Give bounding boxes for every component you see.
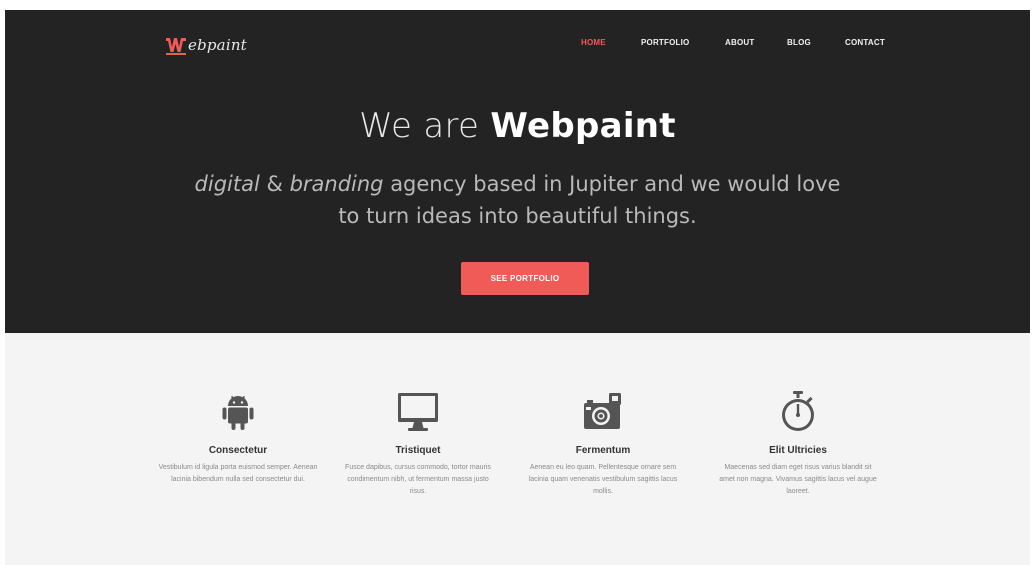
feature-text: Maecenas sed diam eget risus varius blan… xyxy=(719,464,877,495)
hero-subtitle-em-digital: digital xyxy=(194,172,260,196)
feature-card-elit-ultricies: Elit Ultricies Maecenas sed diam eget ri… xyxy=(718,388,878,498)
monitor-icon xyxy=(338,388,498,436)
hero-section: ebpaint HOME PORTFOLIO ABOUT BLOG CONTAC… xyxy=(5,10,1030,333)
nav-item-portfolio[interactable]: PORTFOLIO xyxy=(641,38,689,47)
nav-item-home[interactable]: HOME xyxy=(581,38,606,47)
main-nav: HOME PORTFOLIO ABOUT BLOG CONTACT xyxy=(5,38,1030,52)
feature-title: Fermentum xyxy=(575,445,631,456)
hero-subtitle-line-2: to turn ideas into beautiful things. xyxy=(338,204,697,228)
feature-title: Tristiquet xyxy=(395,445,441,456)
camera-icon xyxy=(523,388,683,436)
android-icon xyxy=(158,388,318,436)
features-section: Consectetur Vestibulum id ligula porta e… xyxy=(5,333,1030,565)
feature-card-tristiquet: Tristiquet Fusce dapibus, cursus commodo… xyxy=(338,388,498,498)
page-frame: ebpaint HOME PORTFOLIO ABOUT BLOG CONTAC… xyxy=(5,10,1030,565)
see-portfolio-button[interactable]: SEE PORTFOLIO xyxy=(461,262,589,295)
hero-subtitle-em-branding: branding xyxy=(289,172,384,196)
hero-title: We are Webpaint xyxy=(5,106,1030,146)
feature-text: Aenean eu leo quam. Pellentesque ornare … xyxy=(528,464,678,495)
hero-subtitle-amp: & xyxy=(259,172,290,196)
feature-title: Consectetur xyxy=(208,445,268,456)
feature-title: Elit Ultricies xyxy=(769,445,827,456)
stopwatch-icon xyxy=(718,388,878,436)
hero-subtitle-rest-1: agency based in Jupiter and we would lov… xyxy=(383,172,841,196)
feature-text: Fusce dapibus, cursus commodo, tortor ma… xyxy=(345,464,491,495)
nav-item-about[interactable]: ABOUT xyxy=(725,38,754,47)
hero-title-brand: Webpaint xyxy=(490,106,676,146)
hero-subtitle-line-1: digital & branding agency based in Jupit… xyxy=(5,168,1030,200)
nav-item-blog[interactable]: BLOG xyxy=(787,38,811,47)
feature-card-consectetur: Consectetur Vestibulum id ligula porta e… xyxy=(158,388,318,486)
feature-card-fermentum: Fermentum Aenean eu leo quam. Pellentesq… xyxy=(523,388,683,498)
hero-subtitle: digital & branding agency based in Jupit… xyxy=(5,168,1030,232)
hero-title-prefix: We are xyxy=(359,106,480,146)
nav-item-contact[interactable]: CONTACT xyxy=(845,38,885,47)
feature-text: Vestibulum id ligula porta euismod sempe… xyxy=(158,464,318,483)
